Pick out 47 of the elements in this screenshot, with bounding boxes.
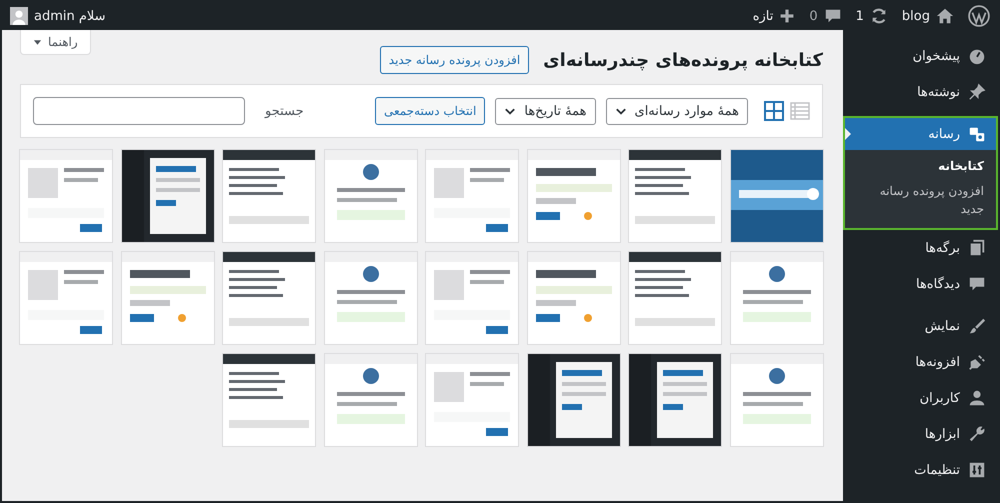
sidebar-item[interactable]: ابزارها bbox=[845, 418, 996, 450]
media-icon bbox=[968, 125, 986, 143]
home-icon bbox=[936, 7, 954, 25]
plus-icon bbox=[779, 8, 796, 24]
refresh-icon bbox=[870, 7, 888, 25]
wordpress-logo-icon[interactable] bbox=[968, 5, 990, 27]
sidebar-item[interactable]: رسانه bbox=[845, 118, 996, 150]
sidebar-item[interactable]: پیشخوان bbox=[845, 40, 996, 72]
page-title: کتابخانه پرونده‌های چندرسانه‌ای bbox=[543, 50, 823, 70]
greeting: سلام admin bbox=[34, 8, 106, 24]
media-type-filter[interactable]: همهٔ موارد رسانه‌ای bbox=[606, 98, 748, 124]
updates-link[interactable]: 1 bbox=[856, 7, 888, 25]
user-icon bbox=[968, 389, 986, 408]
comment-count: 0 bbox=[809, 8, 818, 24]
search-label: جستجو bbox=[265, 104, 304, 118]
sidebar-item[interactable]: نمایش bbox=[845, 310, 996, 342]
help-tab[interactable]: راهنما bbox=[20, 30, 91, 55]
plug-icon bbox=[968, 353, 986, 372]
sidebar-item[interactable]: دیدگاه‌ها bbox=[845, 268, 996, 300]
bulk-select-button[interactable]: انتخاب دسته‌جمعی bbox=[374, 97, 486, 125]
new-label: تازه bbox=[752, 8, 774, 24]
sidebar-item[interactable]: افزونه‌ها bbox=[845, 346, 996, 378]
date-filter[interactable]: همهٔ تاریخ‌ها bbox=[495, 98, 596, 124]
sidebar-item[interactable]: تنظیمات bbox=[845, 454, 996, 486]
submenu-item[interactable]: افزودن پرونده رسانه جدید bbox=[845, 179, 996, 222]
wrench-icon bbox=[968, 425, 986, 444]
avatar-icon bbox=[10, 7, 28, 25]
sidebar-item[interactable]: کاربران bbox=[845, 382, 996, 414]
search-field[interactable] bbox=[33, 97, 245, 125]
brush-icon bbox=[968, 317, 986, 336]
sidebar-item[interactable]: برگه‌ها bbox=[845, 232, 996, 264]
update-count: 1 bbox=[856, 8, 864, 24]
pages-icon bbox=[968, 239, 986, 258]
sliders-icon bbox=[968, 461, 986, 480]
add-new-button[interactable]: افزودن پرونده رسانه جدید bbox=[380, 46, 530, 74]
site-link[interactable]: blog bbox=[902, 7, 954, 25]
site-name: blog bbox=[902, 8, 930, 24]
sidebar-item[interactable]: نوشته‌ها bbox=[845, 76, 996, 108]
account-link[interactable]: سلام admin bbox=[10, 7, 106, 25]
pin-icon bbox=[968, 83, 986, 101]
comments-link[interactable]: 0 bbox=[809, 7, 842, 25]
caret-icon bbox=[33, 38, 42, 46]
submenu-item[interactable]: کتابخانه bbox=[845, 154, 996, 180]
comment-icon bbox=[824, 7, 842, 25]
new-link[interactable]: تازه bbox=[752, 8, 796, 24]
grid-view-icon[interactable] bbox=[764, 101, 784, 121]
dashboard-icon bbox=[968, 47, 986, 65]
